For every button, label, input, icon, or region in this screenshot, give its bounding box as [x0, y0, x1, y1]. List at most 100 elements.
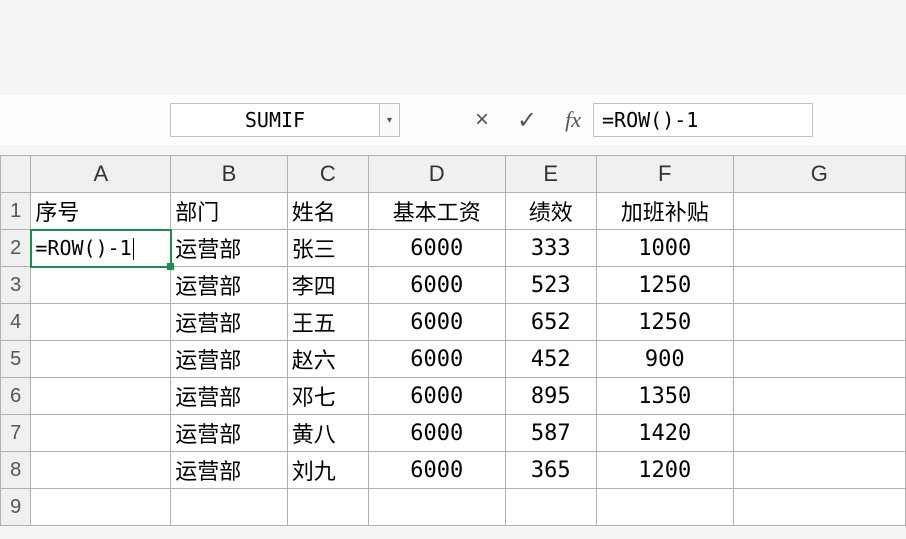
cell-E6[interactable]: 895: [505, 378, 596, 415]
cell-A7[interactable]: [31, 415, 171, 452]
cell-F2[interactable]: 1000: [596, 230, 733, 267]
cell-E5[interactable]: 452: [505, 341, 596, 378]
cell-D9[interactable]: [368, 489, 505, 526]
formula-input[interactable]: =ROW()-1: [593, 103, 813, 137]
cell-A6[interactable]: [31, 378, 171, 415]
cell-A1[interactable]: 序号: [31, 193, 171, 230]
cell-D5[interactable]: 6000: [368, 341, 505, 378]
row-header-9[interactable]: 9: [1, 489, 31, 526]
cancel-icon[interactable]: ×: [475, 106, 489, 134]
row-1: 1 序号 部门 姓名 基本工资 绩效 加班补贴: [1, 193, 906, 230]
column-header-row: A B C D E F G: [1, 156, 906, 193]
cell-B6[interactable]: 运营部: [171, 378, 288, 415]
formula-bar-buttons: × ✓ fx: [475, 106, 581, 135]
cell-A2-active[interactable]: =ROW()-1: [31, 230, 171, 267]
name-box[interactable]: SUMIF: [170, 103, 380, 137]
cell-F4[interactable]: 1250: [596, 304, 733, 341]
fx-icon[interactable]: fx: [565, 107, 581, 133]
cell-D4[interactable]: 6000: [368, 304, 505, 341]
cell-B8[interactable]: 运营部: [171, 452, 288, 489]
select-all-corner[interactable]: [1, 156, 31, 193]
cell-G6[interactable]: [733, 378, 905, 415]
cell-C1[interactable]: 姓名: [287, 193, 368, 230]
cell-C9[interactable]: [287, 489, 368, 526]
cell-F3[interactable]: 1250: [596, 267, 733, 304]
cell-C8[interactable]: 刘九: [287, 452, 368, 489]
cell-G5[interactable]: [733, 341, 905, 378]
cell-E3[interactable]: 523: [505, 267, 596, 304]
cell-G7[interactable]: [733, 415, 905, 452]
row-6: 6 运营部 邓七 6000 895 1350: [1, 378, 906, 415]
cell-D7[interactable]: 6000: [368, 415, 505, 452]
cell-B2[interactable]: 运营部: [171, 230, 288, 267]
row-4: 4 运营部 王五 6000 652 1250: [1, 304, 906, 341]
cell-D6[interactable]: 6000: [368, 378, 505, 415]
cell-F9[interactable]: [596, 489, 733, 526]
cell-E2[interactable]: 333: [505, 230, 596, 267]
cell-D2[interactable]: 6000: [368, 230, 505, 267]
cell-G4[interactable]: [733, 304, 905, 341]
cell-G1[interactable]: [733, 193, 905, 230]
cell-E1[interactable]: 绩效: [505, 193, 596, 230]
cell-C4[interactable]: 王五: [287, 304, 368, 341]
cell-F6[interactable]: 1350: [596, 378, 733, 415]
row-9: 9: [1, 489, 906, 526]
formula-bar: SUMIF ▾ × ✓ fx =ROW()-1: [0, 95, 906, 145]
cell-A8[interactable]: [31, 452, 171, 489]
cell-F8[interactable]: 1200: [596, 452, 733, 489]
cell-A5[interactable]: [31, 341, 171, 378]
cell-C5[interactable]: 赵六: [287, 341, 368, 378]
text-cursor: [133, 238, 134, 260]
cell-C3[interactable]: 李四: [287, 267, 368, 304]
name-box-wrapper: SUMIF ▾: [170, 103, 400, 137]
enter-icon[interactable]: ✓: [517, 106, 537, 135]
cell-G9[interactable]: [733, 489, 905, 526]
cell-B9[interactable]: [171, 489, 288, 526]
row-header-8[interactable]: 8: [1, 452, 31, 489]
col-header-D[interactable]: D: [368, 156, 505, 193]
row-8: 8 运营部 刘九 6000 365 1200: [1, 452, 906, 489]
cell-E9[interactable]: [505, 489, 596, 526]
col-header-F[interactable]: F: [596, 156, 733, 193]
active-cell-text: =ROW()-1: [35, 236, 131, 260]
row-header-7[interactable]: 7: [1, 415, 31, 452]
cell-F1[interactable]: 加班补贴: [596, 193, 733, 230]
cell-B7[interactable]: 运营部: [171, 415, 288, 452]
row-3: 3 运营部 李四 6000 523 1250: [1, 267, 906, 304]
cell-D1[interactable]: 基本工资: [368, 193, 505, 230]
cell-F5[interactable]: 900: [596, 341, 733, 378]
row-header-5[interactable]: 5: [1, 341, 31, 378]
cell-B4[interactable]: 运营部: [171, 304, 288, 341]
cell-G3[interactable]: [733, 267, 905, 304]
col-header-G[interactable]: G: [733, 156, 905, 193]
cell-G8[interactable]: [733, 452, 905, 489]
cell-F7[interactable]: 1420: [596, 415, 733, 452]
cell-E7[interactable]: 587: [505, 415, 596, 452]
cell-C6[interactable]: 邓七: [287, 378, 368, 415]
row-header-6[interactable]: 6: [1, 378, 31, 415]
col-header-B[interactable]: B: [171, 156, 288, 193]
cell-E4[interactable]: 652: [505, 304, 596, 341]
col-header-E[interactable]: E: [505, 156, 596, 193]
cell-B1[interactable]: 部门: [171, 193, 288, 230]
row-header-1[interactable]: 1: [1, 193, 31, 230]
cell-D8[interactable]: 6000: [368, 452, 505, 489]
cell-A4[interactable]: [31, 304, 171, 341]
cell-C2[interactable]: 张三: [287, 230, 368, 267]
row-header-2[interactable]: 2: [1, 230, 31, 267]
col-header-C[interactable]: C: [287, 156, 368, 193]
cell-C7[interactable]: 黄八: [287, 415, 368, 452]
name-box-dropdown[interactable]: ▾: [380, 103, 400, 137]
row-header-4[interactable]: 4: [1, 304, 31, 341]
col-header-A[interactable]: A: [31, 156, 171, 193]
spreadsheet-grid: A B C D E F G 1 序号 部门 姓名 基本工资 绩效 加班补贴 2 …: [0, 155, 906, 526]
cell-B3[interactable]: 运营部: [171, 267, 288, 304]
cell-A3[interactable]: [31, 267, 171, 304]
cell-A9[interactable]: [31, 489, 171, 526]
cell-D3[interactable]: 6000: [368, 267, 505, 304]
row-header-3[interactable]: 3: [1, 267, 31, 304]
cell-E8[interactable]: 365: [505, 452, 596, 489]
cell-B5[interactable]: 运营部: [171, 341, 288, 378]
cell-G2[interactable]: [733, 230, 905, 267]
row-7: 7 运营部 黄八 6000 587 1420: [1, 415, 906, 452]
